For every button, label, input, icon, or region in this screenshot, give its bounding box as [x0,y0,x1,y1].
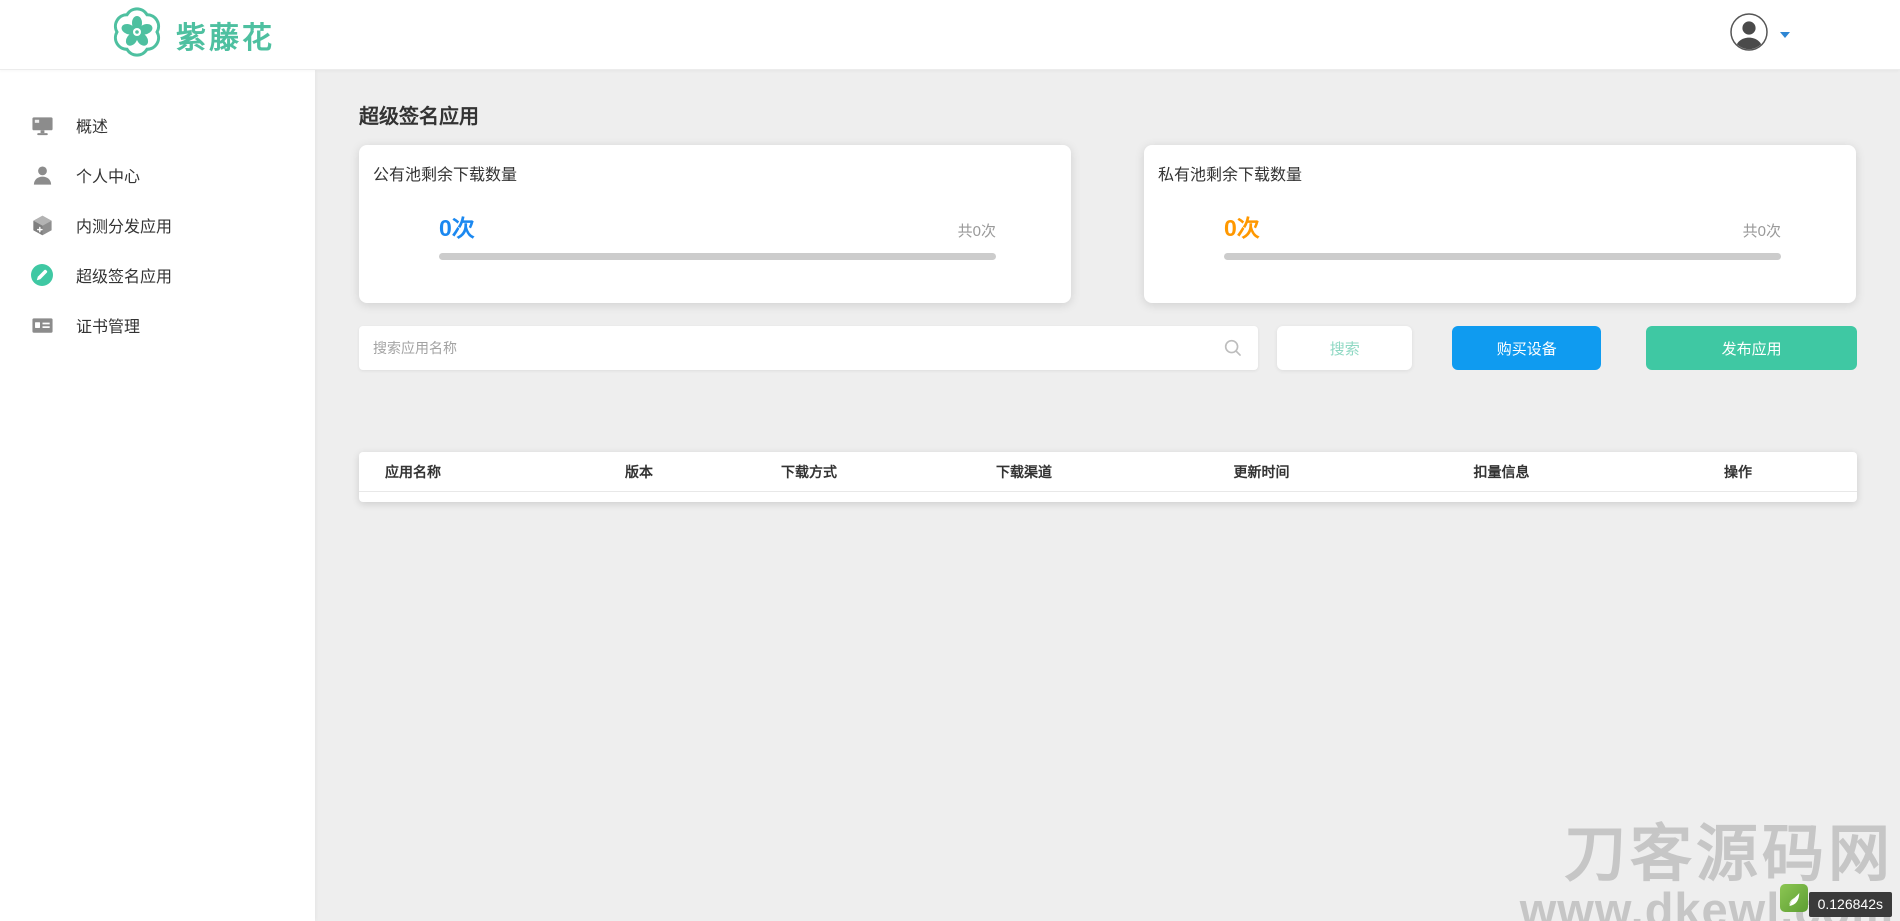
person-icon [30,163,54,187]
sidebar-item-super-signature[interactable]: 超级签名应用 [0,250,315,300]
publish-app-button[interactable]: 发布应用 [1646,326,1857,370]
search-input[interactable] [359,326,1258,370]
remaining-count: 0次 [439,209,475,243]
sidebar-item-certificate-management[interactable]: 证书管理 [0,300,315,350]
id-card-icon [30,313,54,337]
sidebar-item-label: 概述 [76,113,108,137]
buy-device-button[interactable]: 购买设备 [1452,326,1601,370]
column-header-deduction-info: 扣量信息 [1384,462,1619,482]
chevron-down-icon[interactable] [1780,32,1790,38]
stat-cards: 公有池剩余下载数量 0次 共0次 私有池剩余下载数量 0次 共0次 [359,145,1857,303]
avatar[interactable] [1730,13,1768,56]
sidebar-item-label: 证书管理 [76,313,140,337]
main-content: 超级签名应用 公有池剩余下载数量 0次 共0次 私有池剩余下载数量 0次 共0次 [315,70,1900,921]
private-pool-card: 私有池剩余下载数量 0次 共0次 [1144,145,1856,303]
column-header-download-method: 下载方式 [709,462,909,482]
search-icon[interactable] [1222,337,1244,364]
app-table: 应用名称 版本 下载方式 下载渠道 更新时间 扣量信息 操作 [359,452,1857,502]
table-header-row: 应用名称 版本 下载方式 下载渠道 更新时间 扣量信息 操作 [359,452,1857,492]
sidebar-item-personal-center[interactable]: 个人中心 [0,150,315,200]
total-count: 共0次 [958,220,996,241]
pencil-circle-icon [30,263,54,287]
remaining-count: 0次 [1224,209,1260,243]
load-time-value: 0.126842s [1809,892,1892,917]
page-title: 超级签名应用 [359,100,1857,129]
progress-bar [439,253,996,260]
sidebar-item-label: 个人中心 [76,163,140,187]
monitor-icon [30,113,54,137]
progress-bar [1224,253,1781,260]
sidebar-item-beta-distribution[interactable]: 内测分发应用 [0,200,315,250]
brand-name: 紫藤花 [176,13,275,57]
column-header-actions: 操作 [1619,462,1857,482]
sidebar-item-label: 内测分发应用 [76,213,172,237]
public-pool-card: 公有池剩余下载数量 0次 共0次 [359,145,1071,303]
search-toolbar: 搜索 购买设备 发布应用 [359,326,1857,370]
leaf-icon [1780,884,1808,917]
app-header: 紫藤花 [0,0,1900,70]
column-header-update-time: 更新时间 [1139,462,1384,482]
search-input-wrap [359,326,1258,370]
column-header-app-name: 应用名称 [359,462,569,482]
card-title: 公有池剩余下载数量 [359,161,1071,185]
brand-logo: 紫藤花 [112,7,275,62]
sidebar-item-overview[interactable]: 概述 [0,100,315,150]
card-title: 私有池剩余下载数量 [1144,161,1856,185]
column-header-version: 版本 [569,462,709,482]
user-menu[interactable] [1730,13,1790,56]
performance-badge: 0.126842s [1780,884,1892,917]
flower-icon [112,7,162,62]
column-header-download-channel: 下载渠道 [909,462,1139,482]
sidebar-item-label: 超级签名应用 [76,263,172,287]
cube-icon [30,213,54,237]
sidebar: 概述 个人中心 内测分发应用 超级签名应用 [0,70,315,921]
total-count: 共0次 [1743,220,1781,241]
search-button[interactable]: 搜索 [1277,326,1412,370]
